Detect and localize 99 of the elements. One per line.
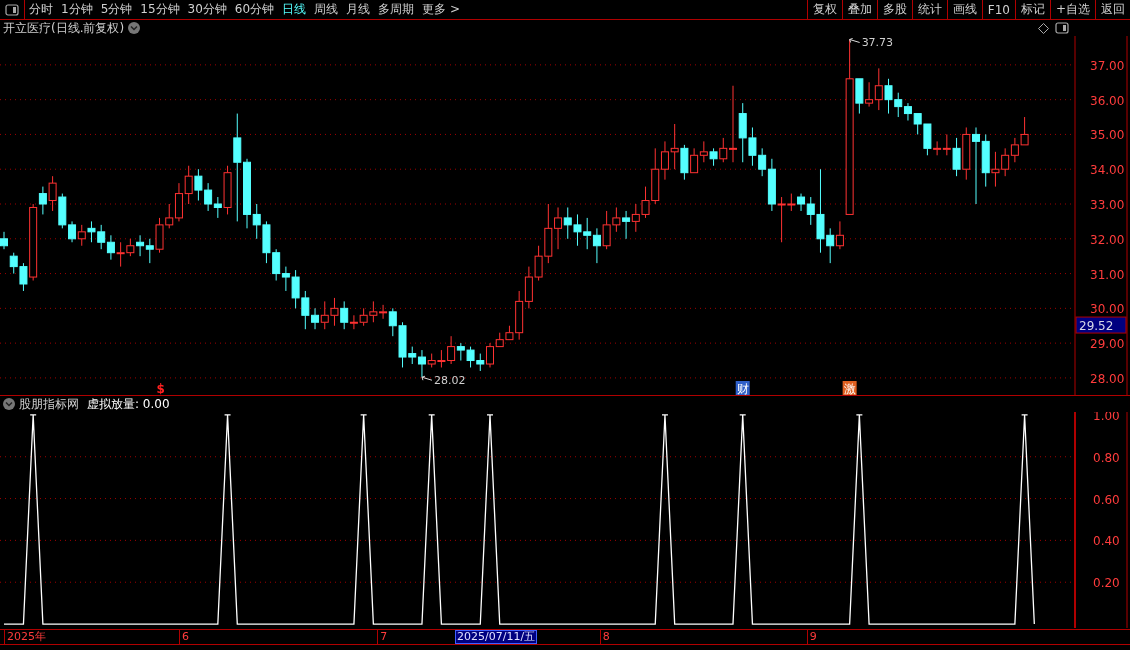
toolbar-button[interactable]: F10	[981, 0, 1015, 19]
candlestick	[194, 168, 203, 201]
candlestick	[631, 203, 640, 233]
candlestick	[145, 238, 154, 264]
price-tag: 29.52	[1075, 316, 1127, 334]
leader-line	[849, 38, 861, 43]
candlestick	[48, 175, 57, 212]
period-tab[interactable]: 60分钟	[230, 0, 279, 19]
indicator-reading: 虚拟放量: 0.00	[87, 395, 170, 413]
candlestick	[155, 217, 164, 254]
price-axis-label: 31.00	[1090, 267, 1125, 282]
candlestick	[97, 224, 106, 250]
candlestick	[1001, 147, 1010, 177]
candlestick	[204, 182, 213, 212]
period-tab[interactable]: 30分钟	[183, 0, 231, 19]
cursor-date-label: 2025/07/11/五	[455, 630, 538, 644]
candlestick	[835, 220, 844, 250]
candlestick	[699, 140, 708, 163]
indicator-name: 股朋指标网	[19, 395, 79, 413]
candlestick	[680, 144, 689, 181]
date-axis-label: 7	[377, 630, 388, 644]
candlestick	[583, 217, 592, 250]
candlestick	[466, 346, 475, 368]
candlestick	[116, 241, 125, 268]
period-tab[interactable]: 5分钟	[96, 0, 137, 19]
candlestick	[126, 238, 135, 257]
toolbar-button[interactable]: 叠加	[841, 0, 877, 19]
indicator-axis-label: 0.60	[1093, 492, 1120, 507]
date-axis-label: 8	[599, 630, 610, 644]
candlestick	[903, 102, 912, 121]
panel-toggle-icon[interactable]	[1055, 22, 1069, 34]
period-tab[interactable]: 更多 >	[418, 0, 464, 19]
dropdown-icon[interactable]	[3, 398, 15, 410]
candlestick	[884, 78, 893, 115]
candlestick	[894, 92, 903, 118]
candlestick	[184, 165, 193, 205]
candlestick	[1010, 137, 1019, 163]
candlestick	[690, 147, 699, 174]
period-tab[interactable]: 15分钟	[136, 0, 184, 19]
period-tab[interactable]: 多周期	[374, 0, 419, 19]
candlestick	[573, 213, 582, 247]
candlestick	[592, 227, 601, 264]
indicator-axis-label: 0.40	[1093, 534, 1120, 549]
candlestick	[106, 234, 115, 261]
candlestick	[524, 266, 533, 309]
price-axis-label: 32.00	[1090, 232, 1125, 247]
candlestick	[709, 147, 718, 167]
period-tab[interactable]: 1分钟	[57, 0, 97, 19]
candlestick	[262, 220, 271, 264]
price-axis-label: 28.00	[1090, 371, 1125, 386]
candlestick	[622, 210, 631, 240]
period-tab[interactable]: 日线	[278, 0, 311, 19]
extreme-price-label: 37.73	[861, 36, 894, 50]
period-tab[interactable]: 分时	[25, 0, 57, 19]
toolbar-button[interactable]: 返回	[1095, 0, 1130, 19]
indicator-axis-label: 0.80	[1093, 450, 1120, 465]
price-axis-label: 34.00	[1090, 163, 1125, 178]
panel-toggle-icon[interactable]	[5, 3, 19, 16]
period-tab[interactable]: 周线	[310, 0, 343, 19]
candlestick	[660, 140, 669, 181]
candlestick	[330, 297, 339, 327]
dropdown-icon[interactable]	[128, 22, 141, 34]
extreme-price-label: 28.02	[433, 374, 466, 388]
price-axis-label: 36.00	[1090, 93, 1125, 108]
event-badge[interactable]: 财	[735, 381, 750, 396]
toolbar-button[interactable]: +自选	[1049, 0, 1095, 19]
leader-line	[421, 375, 433, 381]
price-axis-label: 37.00	[1090, 58, 1125, 73]
candlestick	[670, 123, 679, 170]
period-tab[interactable]: 月线	[342, 0, 375, 19]
date-axis-label: 9	[806, 630, 817, 644]
candlestick	[476, 353, 485, 372]
candlestick	[0, 231, 8, 250]
toolbar-button[interactable]: 多股	[876, 0, 912, 19]
candlestick	[87, 220, 96, 243]
candlestick	[554, 207, 563, 250]
event-badge[interactable]: 激	[842, 381, 857, 396]
candlestick	[272, 248, 281, 281]
toolbar-button[interactable]: 复权	[806, 0, 842, 19]
candlestick	[1020, 116, 1029, 146]
price-axis-label: 29.00	[1090, 337, 1125, 352]
diamond-icon[interactable]	[1038, 22, 1049, 34]
candlestick	[563, 207, 572, 240]
event-marker[interactable]: $	[156, 382, 165, 396]
toolbar-button[interactable]: 统计	[911, 0, 947, 19]
candlestick	[359, 307, 368, 327]
toolbar-button[interactable]: 画线	[946, 0, 982, 19]
price-axis-label: 30.00	[1090, 302, 1125, 317]
candlestick	[77, 224, 86, 247]
date-axis-label: 6	[178, 630, 189, 644]
date-axis-label: 2025年	[4, 630, 46, 644]
toolbar-button[interactable]: 标记	[1014, 0, 1050, 19]
indicator-axis-label: 0.20	[1093, 576, 1120, 591]
price-axis-label: 35.00	[1090, 128, 1125, 143]
price-axis-label: 33.00	[1090, 198, 1125, 212]
candlestick	[320, 300, 329, 330]
stock-title: 开立医疗(日线.前复权)	[3, 19, 125, 37]
candlestick	[136, 234, 145, 257]
candlestick	[9, 252, 18, 275]
